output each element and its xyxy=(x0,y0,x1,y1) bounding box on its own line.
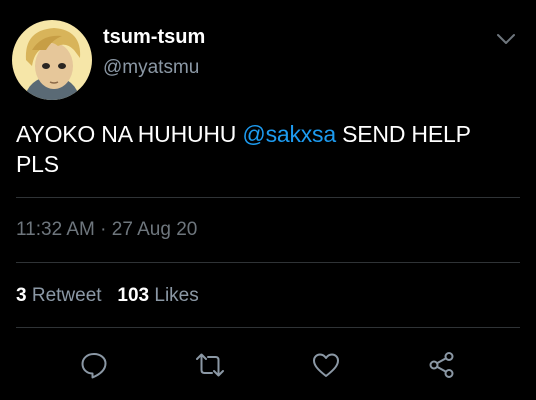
display-name[interactable]: tsum-tsum xyxy=(103,26,205,49)
divider xyxy=(16,197,520,198)
share-icon xyxy=(429,352,454,378)
mention-link[interactable]: @sakxsa xyxy=(242,121,336,147)
share-button[interactable] xyxy=(426,349,458,381)
chevron-down-icon xyxy=(497,34,515,44)
retweet-stat[interactable]: 3 Retweet xyxy=(16,285,102,306)
tweet-text: AYOKO NA HUHUHU @sakxsa SEND HELP PLS xyxy=(16,119,516,179)
retweet-count: 3 xyxy=(16,285,27,306)
retweet-icon xyxy=(196,353,224,377)
user-handle[interactable]: @myatsmu xyxy=(103,57,199,79)
tweet-detail: tsum-tsum @myatsmu AYOKO NA HUHUHU @sakx… xyxy=(0,0,536,400)
avatar[interactable] xyxy=(12,20,92,100)
divider xyxy=(16,262,520,263)
likes-count: 103 xyxy=(117,285,150,306)
retweet-button[interactable] xyxy=(194,349,226,381)
avatar-image xyxy=(12,20,92,100)
like-button[interactable] xyxy=(310,349,342,381)
divider xyxy=(16,327,520,328)
engagement-stats: 3 Retweet 103 Likes xyxy=(16,285,199,307)
heart-icon xyxy=(313,353,339,377)
reply-button[interactable] xyxy=(78,349,110,381)
timestamp[interactable]: 11:32 AM · 27 Aug 20 xyxy=(16,219,197,241)
more-options-button[interactable] xyxy=(494,30,518,48)
likes-stat[interactable]: 103 Likes xyxy=(117,285,198,306)
reply-icon xyxy=(81,353,107,379)
likes-label: Likes xyxy=(154,285,199,306)
tweet-text-part: AYOKO NA HUHUHU xyxy=(16,121,243,147)
retweet-label: Retweet xyxy=(31,285,102,306)
